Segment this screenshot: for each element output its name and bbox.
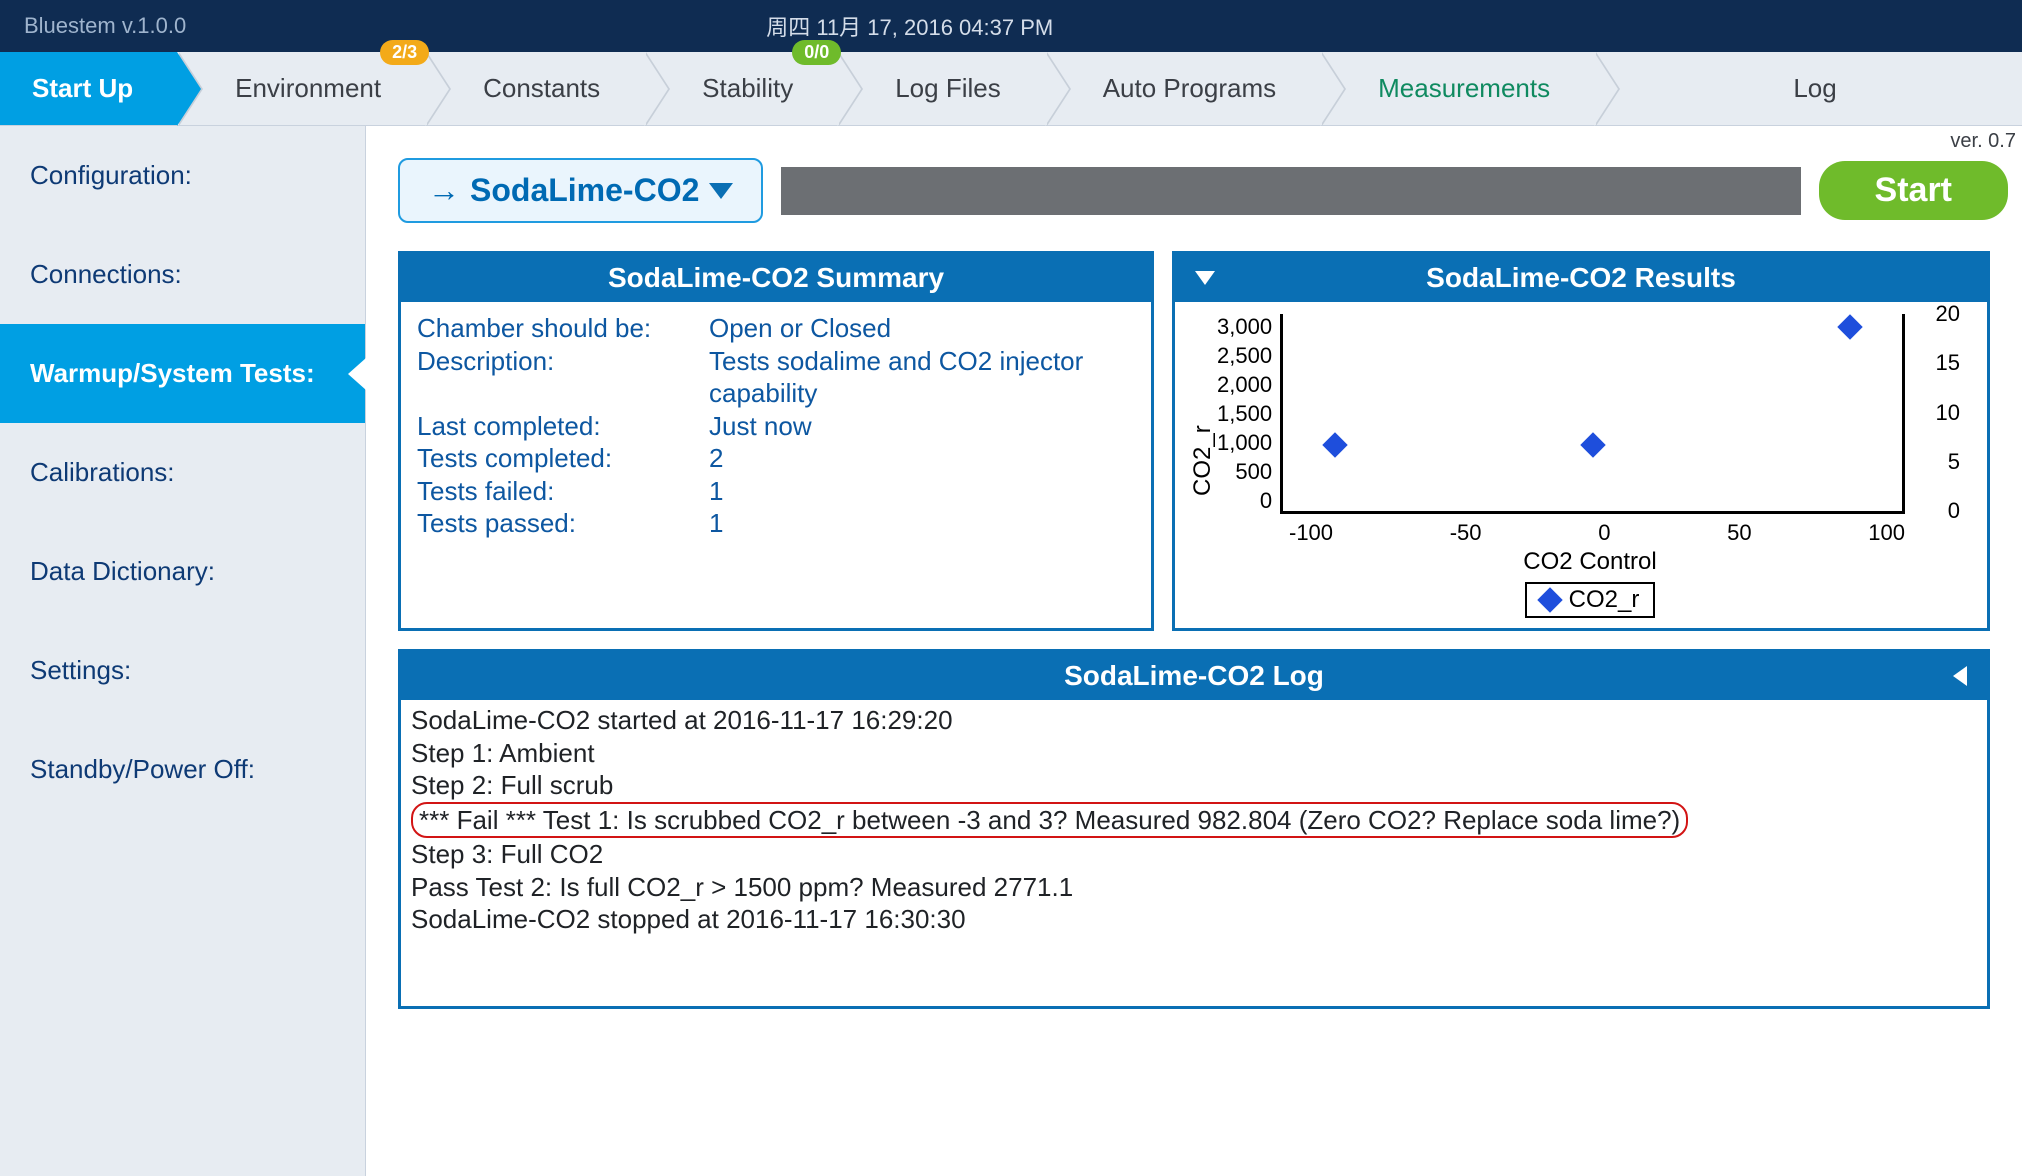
menu-configuration[interactable]: Configuration: <box>0 126 365 225</box>
menu-standby[interactable]: Standby/Power Off: <box>0 720 365 819</box>
log-panel: SodaLime-CO2 Log SodaLime-CO2 started at… <box>398 649 1990 1009</box>
tab-environment[interactable]: Environment 2/3 <box>177 52 425 125</box>
log-header[interactable]: SodaLime-CO2 Log <box>401 652 1987 700</box>
log-body: SodaLime-CO2 started at 2016-11-17 16:29… <box>401 700 1987 1006</box>
test-selector[interactable]: → SodaLime-CO2 <box>398 158 763 223</box>
chart-x-ticks: -100-50050100 <box>1289 514 1905 546</box>
chart-y-label: CO2_r <box>1187 314 1217 618</box>
summary-header: SodaLime-CO2 Summary <box>401 254 1151 302</box>
content-version: ver. 0.7 <box>1950 130 2016 153</box>
summary-value: Tests sodalime and CO2 injector capabili… <box>709 345 1135 410</box>
tab-stability[interactable]: Stability 0/0 <box>644 52 837 125</box>
workflow-tabs: Start Up Environment 2/3 Constants Stabi… <box>0 52 2022 126</box>
summary-label: Last completed: <box>417 410 709 443</box>
summary-value: 1 <box>709 475 1135 508</box>
app-version: Bluestem v.1.0.0 <box>24 13 186 39</box>
summary-value: Open or Closed <box>709 312 1135 345</box>
collapse-icon <box>1195 271 1215 285</box>
chart-point <box>1322 433 1347 458</box>
summary-value: 1 <box>709 507 1135 540</box>
tab-measurements[interactable]: Measurements <box>1320 52 1594 125</box>
collapse-icon <box>1953 666 1967 686</box>
chart-x-label: CO2 Control <box>1217 548 1963 576</box>
tab-logfiles[interactable]: Log Files <box>837 52 1045 125</box>
chart-y-ticks: 3,0002,5002,0001,5001,0005000 <box>1217 314 1280 514</box>
summary-label: Tests completed: <box>417 442 709 475</box>
chevron-down-icon <box>709 183 733 199</box>
results-chart: CO2_r 3,0002,5002,0001,5001,0005000 0510… <box>1175 302 1987 628</box>
tab-autoprograms[interactable]: Auto Programs <box>1045 52 1320 125</box>
summary-panel: SodaLime-CO2 Summary Chamber should be:O… <box>398 251 1154 631</box>
chart-legend: CO2_r <box>1525 582 1656 618</box>
side-menu: Configuration: Connections: Warmup/Syste… <box>0 126 366 1176</box>
tab-startup[interactable]: Start Up <box>0 52 177 125</box>
arrow-right-icon: → <box>428 172 460 209</box>
tab-label: Start Up <box>32 73 133 104</box>
summary-value: Just now <box>709 410 1135 443</box>
menu-warmup-tests[interactable]: Warmup/System Tests: <box>0 324 365 423</box>
chart-point <box>1580 433 1605 458</box>
env-badge: 2/3 <box>380 40 429 65</box>
test-progress-bar <box>781 167 1800 215</box>
log-line: Step 1: Ambient <box>411 737 1977 770</box>
content-area: ver. 0.7 → SodaLime-CO2 Start SodaLime-C… <box>366 126 2022 1176</box>
log-line: Step 2: Full scrub <box>411 769 1977 802</box>
selected-test-name: SodaLime-CO2 <box>470 172 699 209</box>
tab-constants[interactable]: Constants <box>425 52 644 125</box>
top-bar: Bluestem v.1.0.0 周四 11月 17, 2016 04:37 P… <box>0 0 2022 52</box>
stability-badge: 0/0 <box>792 40 841 65</box>
clock: 周四 11月 17, 2016 04:37 PM <box>766 10 1053 42</box>
menu-connections[interactable]: Connections: <box>0 225 365 324</box>
log-line: Pass Test 2: Is full CO2_r > 1500 ppm? M… <box>411 871 1977 904</box>
summary-label: Tests failed: <box>417 475 709 508</box>
legend-label: CO2_r <box>1569 586 1640 614</box>
tab-label: Constants <box>483 73 600 104</box>
summary-label: Description: <box>417 345 709 410</box>
tab-label: Measurements <box>1378 73 1550 104</box>
summary-label: Tests passed: <box>417 507 709 540</box>
results-title: SodaLime-CO2 Results <box>1426 262 1736 293</box>
menu-settings[interactable]: Settings: <box>0 621 365 720</box>
chart-plot-area: 05101520 <box>1280 314 1905 514</box>
tab-label: Log <box>1793 73 1836 104</box>
log-line: Step 3: Full CO2 <box>411 838 1977 871</box>
results-panel: SodaLime-CO2 Results CO2_r 3,0002,5002,0… <box>1172 251 1990 631</box>
tab-label: Auto Programs <box>1103 73 1276 104</box>
chart-point <box>1838 314 1863 339</box>
tab-label: Log Files <box>895 73 1001 104</box>
legend-marker-icon <box>1537 587 1562 612</box>
summary-label: Chamber should be: <box>417 312 709 345</box>
start-button[interactable]: Start <box>1819 161 2008 220</box>
log-title: SodaLime-CO2 Log <box>1064 660 1324 691</box>
summary-value: 2 <box>709 442 1135 475</box>
tab-log[interactable]: Log <box>1594 52 2022 125</box>
tab-label: Environment <box>235 73 381 104</box>
menu-calibrations[interactable]: Calibrations: <box>0 423 365 522</box>
log-line: SodaLime-CO2 started at 2016-11-17 16:29… <box>411 704 1977 737</box>
log-line-fail: *** Fail *** Test 1: Is scrubbed CO2_r b… <box>411 802 1688 839</box>
results-header[interactable]: SodaLime-CO2 Results <box>1175 254 1987 302</box>
menu-data-dictionary[interactable]: Data Dictionary: <box>0 522 365 621</box>
tab-label: Stability <box>702 73 793 104</box>
log-line: SodaLime-CO2 stopped at 2016-11-17 16:30… <box>411 903 1977 936</box>
